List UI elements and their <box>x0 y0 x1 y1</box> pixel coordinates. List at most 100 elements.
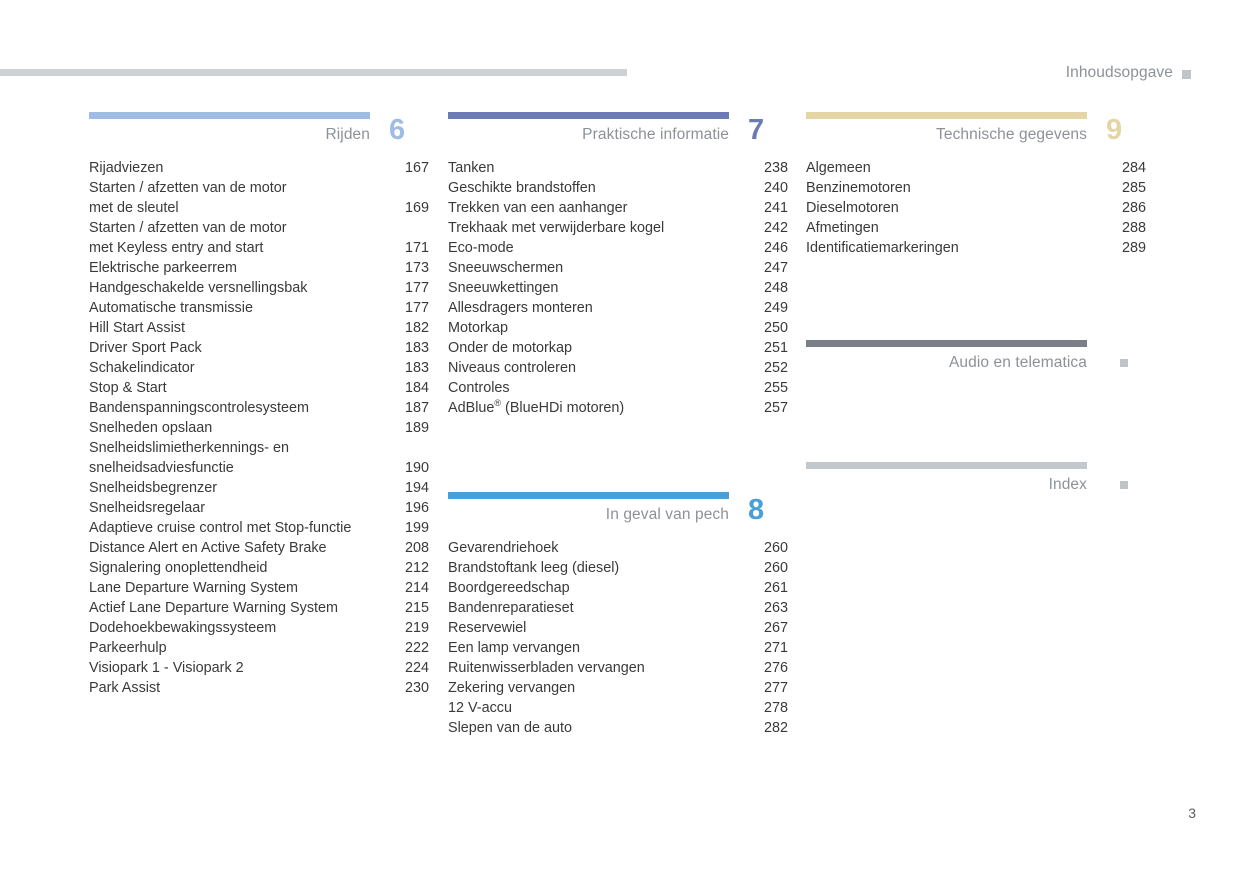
section-header: In geval van pech 8 <box>448 494 788 529</box>
toc-entry[interactable]: Reservewiel 267 <box>448 618 788 638</box>
section-marker-square <box>1120 481 1128 489</box>
toc-section-rijden: Rijden 6 Rijadviezen 167 Starten / afzetten … <box>89 112 429 698</box>
toc-entry[interactable]: Niveaus controleren 252 <box>448 358 788 378</box>
section-title: In geval van pech <box>605 506 729 523</box>
toc-entry[interactable]: Onder de motorkap 251 <box>448 338 788 358</box>
section-number: 8 <box>748 494 765 526</box>
section-color-bar <box>806 462 1087 469</box>
toc-entry[interactable]: Benzinemotoren 285 <box>806 178 1146 198</box>
toc-entry[interactable]: Bandenreparatieset 263 <box>448 598 788 618</box>
section-number: 9 <box>1106 114 1123 146</box>
toc-entry[interactable]: Visiopark 1 - Visiopark 2 224 <box>89 658 429 678</box>
toc-entry[interactable]: Hill Start Assist 182 <box>89 318 429 338</box>
toc-entry[interactable]: Trekken van een aanhanger 241 <box>448 198 788 218</box>
header-marker-square <box>1182 70 1191 79</box>
toc-entry[interactable]: Geschikte brandstoffen 240 <box>448 178 788 198</box>
toc-entry[interactable]: Trekhaak met verwijderbare kogel 242 <box>448 218 788 238</box>
toc-entry-page-number: 222 <box>404 640 429 656</box>
toc-entry-page-number: 169 <box>404 200 429 216</box>
toc-entry[interactable]: Starten / afzetten van de motor met Keyl… <box>89 218 429 258</box>
toc-entry[interactable]: Allesdragers monteren 249 <box>448 298 788 318</box>
toc-entry[interactable]: Lane Departure Warning System 214 <box>89 578 429 598</box>
toc-entry-page-number: 183 <box>404 360 429 376</box>
toc-entry[interactable]: Actief Lane Departure Warning System 215 <box>89 598 429 618</box>
toc-entry[interactable]: AdBlue® (BlueHDi motoren) 257 <box>448 398 788 418</box>
toc-entry[interactable]: Park Assist 230 <box>89 678 429 698</box>
toc-entry[interactable]: Dieselmotoren 286 <box>806 198 1146 218</box>
toc-entry-page-number: 289 <box>1121 240 1146 256</box>
toc-entry-page-number: 212 <box>404 560 429 576</box>
toc-entry-list: Tanken 238 Geschikte brandstoffen 240 Trekke… <box>448 158 788 418</box>
toc-entry[interactable]: Slepen van de auto 282 <box>448 718 788 738</box>
toc-entry[interactable]: Eco-mode 246 <box>448 238 788 258</box>
toc-entry-page-number: 260 <box>763 560 788 576</box>
toc-section-audio-en-telematica: Audio en telematica <box>806 340 1146 386</box>
toc-entry[interactable]: Ruitenwisserbladen vervangen 276 <box>448 658 788 678</box>
toc-entry[interactable]: Starten / afzetten van de motor met de s… <box>89 178 429 218</box>
toc-entry[interactable]: Sneeuwkettingen 248 <box>448 278 788 298</box>
toc-entry-label-suffix: (BlueHDi motoren) <box>501 400 625 416</box>
toc-entry-page-number: 214 <box>404 580 429 596</box>
toc-entry-page-number: 238 <box>763 160 788 176</box>
section-color-bar <box>806 112 1087 119</box>
toc-entry-list: Algemeen 284 Benzinemotoren 285 Dieselmotore… <box>806 158 1146 258</box>
toc-entry-page-number: 278 <box>763 700 788 716</box>
toc-entry[interactable]: Elektrische parkeerrem 173 <box>89 258 429 278</box>
toc-entry[interactable]: Controles 255 <box>448 378 788 398</box>
toc-entry-page-number: 215 <box>404 600 429 616</box>
toc-entry-page-number: 177 <box>404 300 429 316</box>
toc-entry[interactable]: Snelheidsregelaar 196 <box>89 498 429 518</box>
toc-entry[interactable]: Snelheidslimietherkennings- en snelheids… <box>89 438 429 478</box>
toc-entry-page-number: 286 <box>1121 200 1146 216</box>
toc-entry-page-number: 219 <box>404 620 429 636</box>
toc-entry[interactable]: Handgeschakelde versnellingsbak 177 <box>89 278 429 298</box>
toc-entry-page-number: 257 <box>763 400 788 416</box>
toc-entry[interactable]: Sneeuwschermen 247 <box>448 258 788 278</box>
toc-entry-page-number: 171 <box>404 240 429 256</box>
toc-entry-page-number: 250 <box>763 320 788 336</box>
toc-section-technische-gegevens: Technische gegevens 9 Algemeen 284 Benzinemo… <box>806 112 1146 258</box>
section-header: Index <box>806 469 1146 499</box>
page-number: 3 <box>1188 805 1196 821</box>
toc-entry[interactable]: Afmetingen 288 <box>806 218 1146 238</box>
toc-section-in-geval-van-pech: In geval van pech 8 Gevarendriehoek 260 Bran… <box>448 492 788 738</box>
toc-entry[interactable]: Dodehoekbewakingssysteem 219 <box>89 618 429 638</box>
toc-entry[interactable]: Een lamp vervangen 271 <box>448 638 788 658</box>
toc-entry[interactable]: Driver Sport Pack 183 <box>89 338 429 358</box>
toc-entry[interactable]: Bandenspanningscontrolesysteem 187 <box>89 398 429 418</box>
section-title: Rijden <box>325 126 370 143</box>
toc-entry-page-number: 167 <box>404 160 429 176</box>
toc-entry[interactable]: Identificatiemarkeringen 289 <box>806 238 1146 258</box>
toc-entry-page-number: 249 <box>763 300 788 316</box>
toc-entry[interactable]: Algemeen 284 <box>806 158 1146 178</box>
toc-entry[interactable]: Schakelindicator 183 <box>89 358 429 378</box>
toc-section-index: Index <box>806 462 1146 508</box>
toc-entry-page-number: 255 <box>763 380 788 396</box>
toc-entry[interactable]: Tanken 238 <box>448 158 788 178</box>
toc-entry[interactable]: Rijadviezen 167 <box>89 158 429 178</box>
toc-entry-page-number: 248 <box>763 280 788 296</box>
section-title: Audio en telematica <box>948 354 1087 371</box>
page-title: Inhoudsopgave <box>1065 64 1173 81</box>
toc-entry-page-number: 285 <box>1121 180 1146 196</box>
toc-entry[interactable]: 12 V-accu 278 <box>448 698 788 718</box>
toc-entry[interactable]: Snelheden opslaan 189 <box>89 418 429 438</box>
toc-entry[interactable]: Zekering vervangen 277 <box>448 678 788 698</box>
toc-entry[interactable]: Parkeerhulp 222 <box>89 638 429 658</box>
toc-entry-page-number: 240 <box>763 180 788 196</box>
toc-entry-page-number: 173 <box>404 260 429 276</box>
section-color-bar <box>448 112 729 119</box>
toc-entry[interactable]: Distance Alert en Active Safety Brake 208 <box>89 538 429 558</box>
toc-entry[interactable]: Signalering onoplettendheid 212 <box>89 558 429 578</box>
section-header: Audio en telematica <box>806 347 1146 377</box>
toc-entry[interactable]: Boordgereedschap 261 <box>448 578 788 598</box>
toc-entry[interactable]: Motorkap 250 <box>448 318 788 338</box>
toc-entry[interactable]: Snelheidsbegrenzer 194 <box>89 478 429 498</box>
section-title: Index <box>1048 476 1087 493</box>
toc-entry[interactable]: Gevarendriehoek 260 <box>448 538 788 558</box>
toc-entry[interactable]: Automatische transmissie 177 <box>89 298 429 318</box>
toc-entry[interactable]: Adaptieve cruise control met Stop-functi… <box>89 518 429 538</box>
toc-entry[interactable]: Stop & Start 184 <box>89 378 429 398</box>
toc-entry-page-number: 277 <box>763 680 788 696</box>
toc-entry[interactable]: Brandstoftank leeg (diesel) 260 <box>448 558 788 578</box>
